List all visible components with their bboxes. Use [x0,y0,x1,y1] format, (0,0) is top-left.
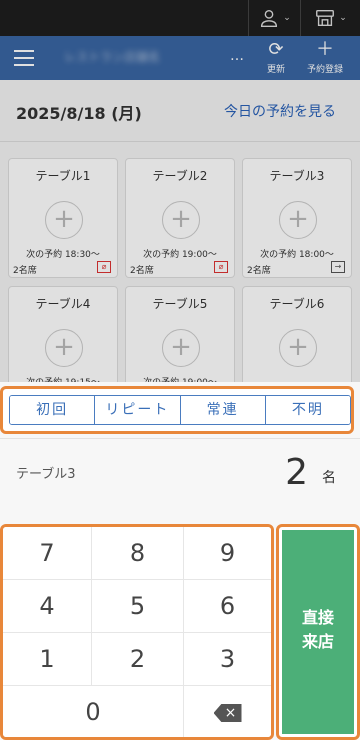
type-repeat-button[interactable]: リピート [95,396,181,424]
party-size: 2 [285,452,308,493]
walk-in-label-line2: 来店 [301,632,334,651]
customer-type-highlight: 初回 リピート 常連 不明 [0,386,354,434]
key-7[interactable]: 7 [3,527,92,580]
key-1[interactable]: 1 [3,633,92,686]
key-5[interactable]: 5 [92,580,184,633]
walk-in-highlight: 直接 来店 [276,524,360,740]
key-9[interactable]: 9 [184,527,271,580]
walk-in-button[interactable]: 直接 来店 [282,530,354,734]
key-8[interactable]: 8 [92,527,184,580]
delete-key[interactable]: × [184,686,271,737]
type-regular-button[interactable]: 常連 [180,396,266,424]
party-size-unit: 名 [322,470,336,486]
walk-in-label-line1: 直接 [301,608,334,627]
key-0[interactable]: 0 [3,686,184,737]
customer-type-selector: 初回 リピート 常連 不明 [9,395,351,425]
key-4[interactable]: 4 [3,580,92,633]
keypad-highlight: 7 8 9 4 5 6 1 2 3 0 × [0,524,274,740]
walk-in-sheet: 初回 リピート 常連 不明 テーブル3 2 名 7 8 9 4 5 6 1 2 … [0,382,360,740]
key-6[interactable]: 6 [184,580,271,633]
key-3[interactable]: 3 [184,633,271,686]
type-first-visit-button[interactable]: 初回 [10,396,96,424]
backspace-icon: × [213,704,242,722]
selection-info: テーブル3 2 名 [0,438,360,526]
type-unknown-button[interactable]: 不明 [265,396,350,424]
selected-table: テーブル3 [16,467,76,482]
key-2[interactable]: 2 [92,633,184,686]
